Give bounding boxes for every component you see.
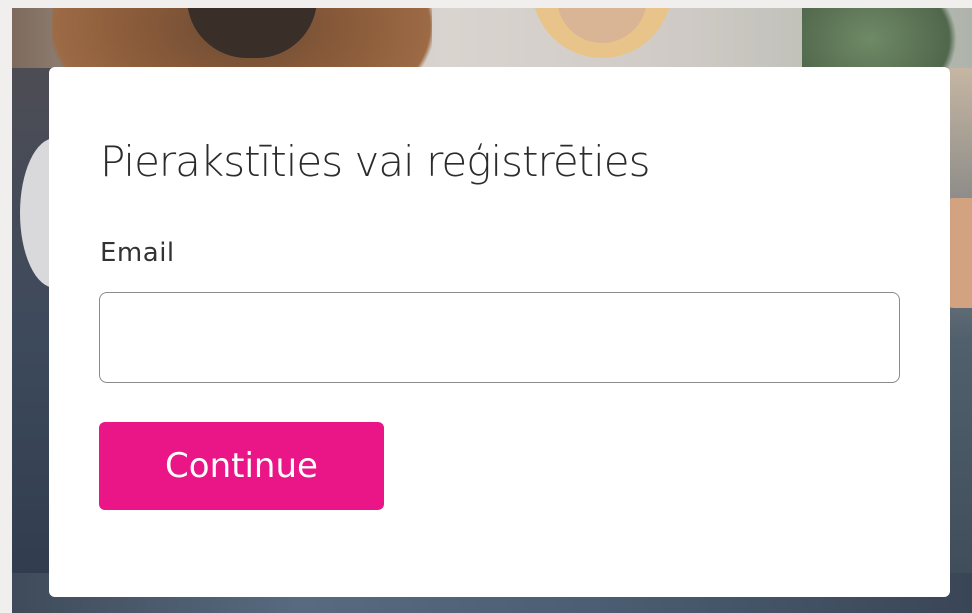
email-field[interactable] <box>99 292 900 383</box>
page-title: Pierakstīties vai reģistrēties <box>100 137 651 186</box>
page: Pierakstīties vai reģistrēties Email Con… <box>0 0 972 613</box>
email-label: Email <box>100 238 175 268</box>
continue-button[interactable]: Continue <box>99 422 384 510</box>
login-card: Pierakstīties vai reģistrēties Email Con… <box>49 67 950 597</box>
